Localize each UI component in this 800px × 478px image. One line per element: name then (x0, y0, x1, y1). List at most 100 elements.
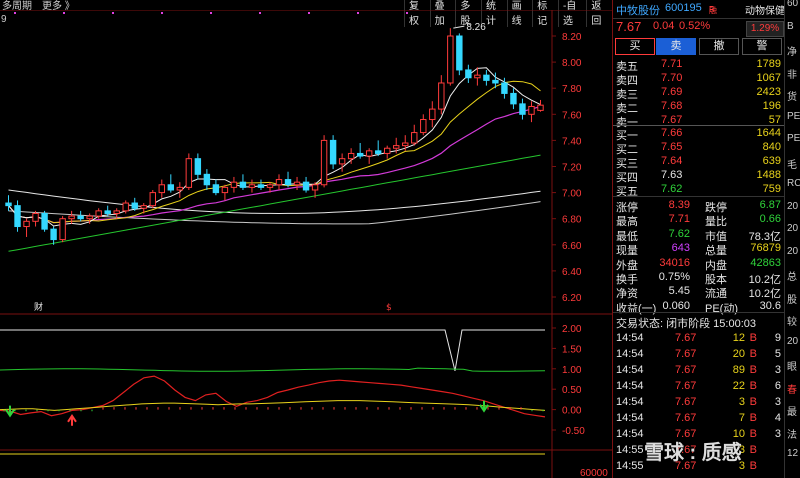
stock-name[interactable]: 中牧股份 (616, 2, 660, 18)
stat-value: 42863 (750, 256, 781, 269)
candle-body (347, 152, 355, 160)
marker-dot (259, 12, 261, 14)
volume-axis-label: 60000 (580, 468, 608, 478)
marker-dot (357, 12, 359, 14)
tick-row[interactable]: 14:54 7.67 12 B 9 (613, 330, 785, 347)
candle-body (95, 210, 102, 217)
candle-body (374, 150, 382, 154)
tick-count: 5 (774, 348, 781, 360)
candle-body (365, 150, 373, 157)
side-label: 20 (787, 200, 799, 212)
candle-body (167, 184, 175, 191)
ask-price: 7.70 (661, 72, 683, 84)
ask-volume: 196 (762, 100, 781, 112)
tick-count: 6 (774, 380, 781, 392)
price-change: 0.04 (653, 20, 675, 32)
stat-value: 6.87 (759, 199, 781, 211)
tick-volume: 7 (738, 412, 745, 424)
side-label: B (787, 20, 794, 32)
alert-button[interactable]: 警 (742, 38, 782, 55)
candle-body (483, 74, 490, 81)
concept-label[interactable]: 动物保健 (745, 2, 785, 17)
side-label: 股 (787, 294, 797, 306)
tick-row[interactable]: 14:54 7.67 3 B 3 (613, 394, 785, 411)
candle-body (203, 173, 211, 186)
buy-button[interactable]: 买 (615, 38, 655, 55)
candle-body (438, 82, 445, 110)
tick-time: 14:54 (616, 348, 644, 360)
sell-signal-arrow (5, 405, 15, 418)
bid-volume: 759 (762, 183, 781, 195)
tick-side: B (749, 460, 757, 472)
candle-body (492, 79, 499, 84)
stock-header: 中牧股份 600195 R融 动物保健 (613, 0, 785, 19)
indicator-axis-label: 0.00 (562, 406, 582, 417)
side-label: 总 (787, 272, 797, 283)
tick-volume: 22 (732, 380, 745, 392)
candle-body (158, 184, 165, 194)
tick-row[interactable]: 14:54 7.67 22 B 6 (613, 378, 785, 395)
candle-body (257, 184, 265, 188)
cancel-button[interactable]: 撤 (699, 38, 739, 55)
bid-price: 7.64 (661, 155, 683, 167)
stat-value: 5.45 (668, 285, 690, 298)
stat-value: 7.71 (668, 213, 690, 226)
stat-value: 34016 (659, 256, 690, 269)
candle-body (501, 82, 508, 94)
candle-body (402, 142, 409, 147)
tick-count: 3 (774, 396, 781, 408)
marker-dot (14, 12, 16, 14)
stat-value: 0.060 (662, 299, 690, 312)
marker-dot (161, 12, 163, 14)
event-label-finance: 财 (34, 301, 43, 313)
concept-pct: 1.29% (746, 21, 784, 37)
stat-value: 0.75% (658, 271, 690, 283)
tick-time: 14:54 (616, 364, 644, 376)
trade-status: 交易状态: 闭市阶段 15:00:03 (616, 318, 756, 330)
candle-body (456, 35, 463, 71)
candle-body (528, 105, 535, 115)
candle-body (519, 103, 526, 115)
candle-body (293, 181, 301, 186)
kline-chart[interactable]: 8.20 8.00 7.80 7.60 7.40 7.20 7.00 6.80 6.60 6.40… (0, 10, 612, 478)
ma250-line (8, 189, 541, 215)
tick-side: B (749, 396, 757, 408)
tick-row[interactable]: 14:54 7.67 20 B 5 (613, 346, 785, 363)
ask-price: 7.68 (661, 100, 683, 112)
marker-dot (112, 12, 114, 14)
indicator-red-line (0, 375, 546, 418)
price-pct: 0.52% (679, 20, 711, 32)
tick-count: 3 (774, 364, 781, 376)
ma60-line (8, 154, 541, 252)
tick-time: 14:54 (616, 396, 644, 408)
candle-body (5, 202, 12, 207)
candle-body (338, 158, 346, 165)
price-axis-label: 8.00 (562, 58, 582, 69)
tick-volume: 3 (738, 396, 745, 408)
candle-body (140, 205, 147, 209)
tick-row[interactable]: 14:54 7.67 7 B 4 (613, 410, 785, 427)
bid-price: 7.62 (661, 183, 683, 195)
tick-time: 14:55 (616, 444, 644, 456)
price-axis-label: 7.20 (562, 163, 582, 174)
bid-price: 7.65 (661, 141, 683, 153)
tick-time: 14:54 (616, 380, 644, 392)
sell-button[interactable]: 卖 (656, 38, 696, 55)
candle-body (429, 108, 436, 121)
indicator-yellow-line (0, 400, 546, 411)
side-label: 净 (787, 47, 797, 58)
candle-body (411, 132, 418, 144)
stock-code: 600195 (665, 2, 702, 14)
candle-body (32, 212, 39, 222)
chart-topbar: 多周期 更多 》 复权 叠加 多股 统计 画线 标记 -自选 返回 (0, 0, 612, 27)
candle-body (41, 212, 48, 230)
tick-side: B (749, 380, 757, 392)
stat-value: 8.39 (668, 199, 690, 211)
candle-body (275, 179, 283, 186)
tick-row[interactable]: 14:54 7.67 89 B 3 (613, 362, 785, 379)
side-label: 12 (787, 448, 799, 459)
ask-volume: 1789 (756, 58, 781, 70)
candle-body (266, 184, 274, 188)
candle-body (176, 186, 184, 191)
marker-dot (406, 12, 408, 14)
